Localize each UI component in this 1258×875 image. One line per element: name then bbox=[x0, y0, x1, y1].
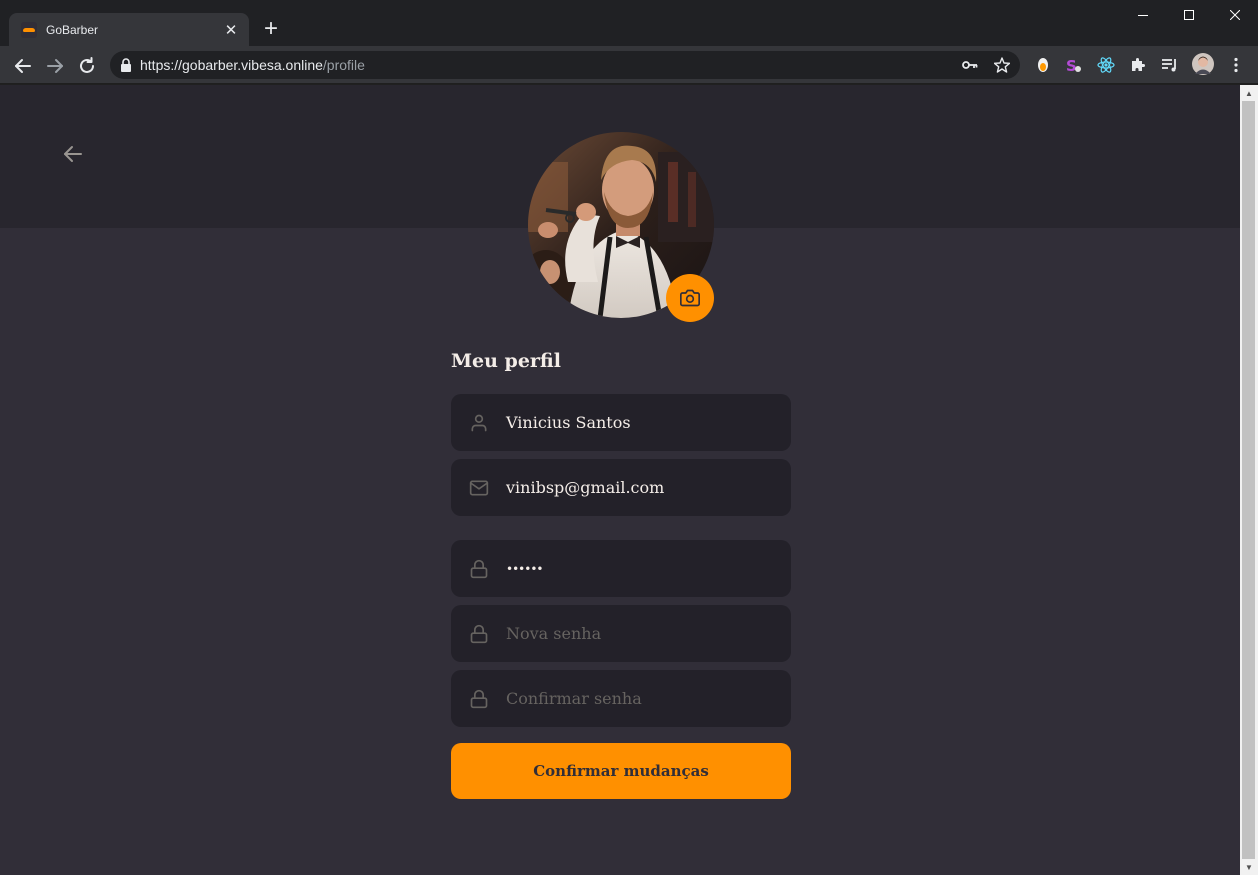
media-control-icon[interactable] bbox=[1161, 56, 1179, 74]
name-field[interactable]: Vinicius Santos bbox=[451, 394, 791, 451]
page-title: Meu perfil bbox=[451, 350, 561, 372]
lock-icon bbox=[470, 624, 488, 643]
browser-tab[interactable]: GoBarber ✕ bbox=[9, 13, 249, 46]
scroll-up-icon[interactable]: ▲ bbox=[1240, 85, 1258, 101]
profile-avatar[interactable] bbox=[1192, 53, 1214, 75]
confirm-password-placeholder: Confirmar senha bbox=[506, 689, 642, 708]
browser-forward-button[interactable] bbox=[41, 52, 69, 80]
new-password-placeholder: Nova senha bbox=[506, 624, 602, 643]
close-icon bbox=[1230, 10, 1240, 20]
browser-toolbar: https://gobarber.vibesa.online/profile S bbox=[0, 46, 1258, 84]
arrow-left-icon bbox=[64, 146, 82, 162]
tab-title: GoBarber bbox=[46, 22, 99, 37]
old-password-field[interactable]: •••••• bbox=[451, 540, 791, 597]
arrow-left-icon bbox=[15, 59, 31, 73]
browser-back-button[interactable] bbox=[9, 52, 37, 80]
new-password-field[interactable]: Nova senha bbox=[451, 605, 791, 662]
arrow-right-icon bbox=[47, 59, 63, 73]
reload-icon bbox=[80, 57, 94, 73]
user-icon bbox=[471, 414, 487, 431]
avatar-container bbox=[528, 132, 714, 322]
url-text: https://gobarber.vibesa.online/profile bbox=[140, 57, 365, 73]
scroll-down-icon[interactable]: ▼ bbox=[1240, 859, 1258, 875]
change-avatar-button[interactable] bbox=[666, 274, 714, 322]
new-tab-button[interactable]: + bbox=[257, 16, 285, 44]
key-icon[interactable] bbox=[962, 57, 978, 73]
profile-form: Meu perfil Vinicius Santos vinibsp@gmail… bbox=[451, 350, 791, 799]
minimize-icon bbox=[1138, 15, 1148, 16]
puzzle-extensions-icon[interactable] bbox=[1129, 56, 1147, 74]
name-value: Vinicius Santos bbox=[506, 413, 631, 432]
browser-reload-button[interactable] bbox=[73, 52, 101, 80]
back-button[interactable] bbox=[62, 143, 84, 165]
tab-close-icon[interactable]: ✕ bbox=[223, 21, 239, 39]
confirm-changes-label: Confirmar mudanças bbox=[533, 762, 709, 780]
email-value: vinibsp@gmail.com bbox=[506, 478, 665, 497]
maximize-button[interactable] bbox=[1166, 0, 1212, 30]
address-bar[interactable]: https://gobarber.vibesa.online/profile bbox=[110, 51, 1020, 79]
svg-text:S: S bbox=[1066, 57, 1077, 74]
confirm-changes-button[interactable]: Confirmar mudanças bbox=[451, 743, 791, 799]
lock-icon bbox=[470, 689, 488, 708]
confirm-password-field[interactable]: Confirmar senha bbox=[451, 670, 791, 727]
close-window-button[interactable] bbox=[1212, 0, 1258, 30]
page-viewport: Meu perfil Vinicius Santos vinibsp@gmail… bbox=[0, 85, 1240, 875]
scrollbar-thumb[interactable] bbox=[1242, 101, 1255, 859]
gobarber-favicon-icon bbox=[21, 21, 37, 38]
minimize-button[interactable] bbox=[1120, 0, 1166, 30]
react-devtools-icon[interactable] bbox=[1097, 56, 1115, 74]
browser-menu-icon[interactable] bbox=[1227, 56, 1245, 74]
mail-icon bbox=[469, 480, 489, 495]
camera-icon bbox=[680, 289, 700, 307]
bookmark-star-icon[interactable] bbox=[994, 57, 1010, 73]
lock-icon bbox=[121, 58, 131, 72]
stylus-extension-icon[interactable]: S bbox=[1064, 56, 1082, 74]
browser-tab-bar: GoBarber ✕ + bbox=[0, 0, 1258, 46]
lock-icon bbox=[470, 559, 488, 578]
maximize-icon bbox=[1184, 10, 1194, 20]
email-field[interactable]: vinibsp@gmail.com bbox=[451, 459, 791, 516]
page-scrollbar[interactable]: ▲ ▼ bbox=[1240, 85, 1258, 875]
old-password-value: •••••• bbox=[506, 561, 543, 576]
extension-icon[interactable] bbox=[1034, 56, 1052, 74]
